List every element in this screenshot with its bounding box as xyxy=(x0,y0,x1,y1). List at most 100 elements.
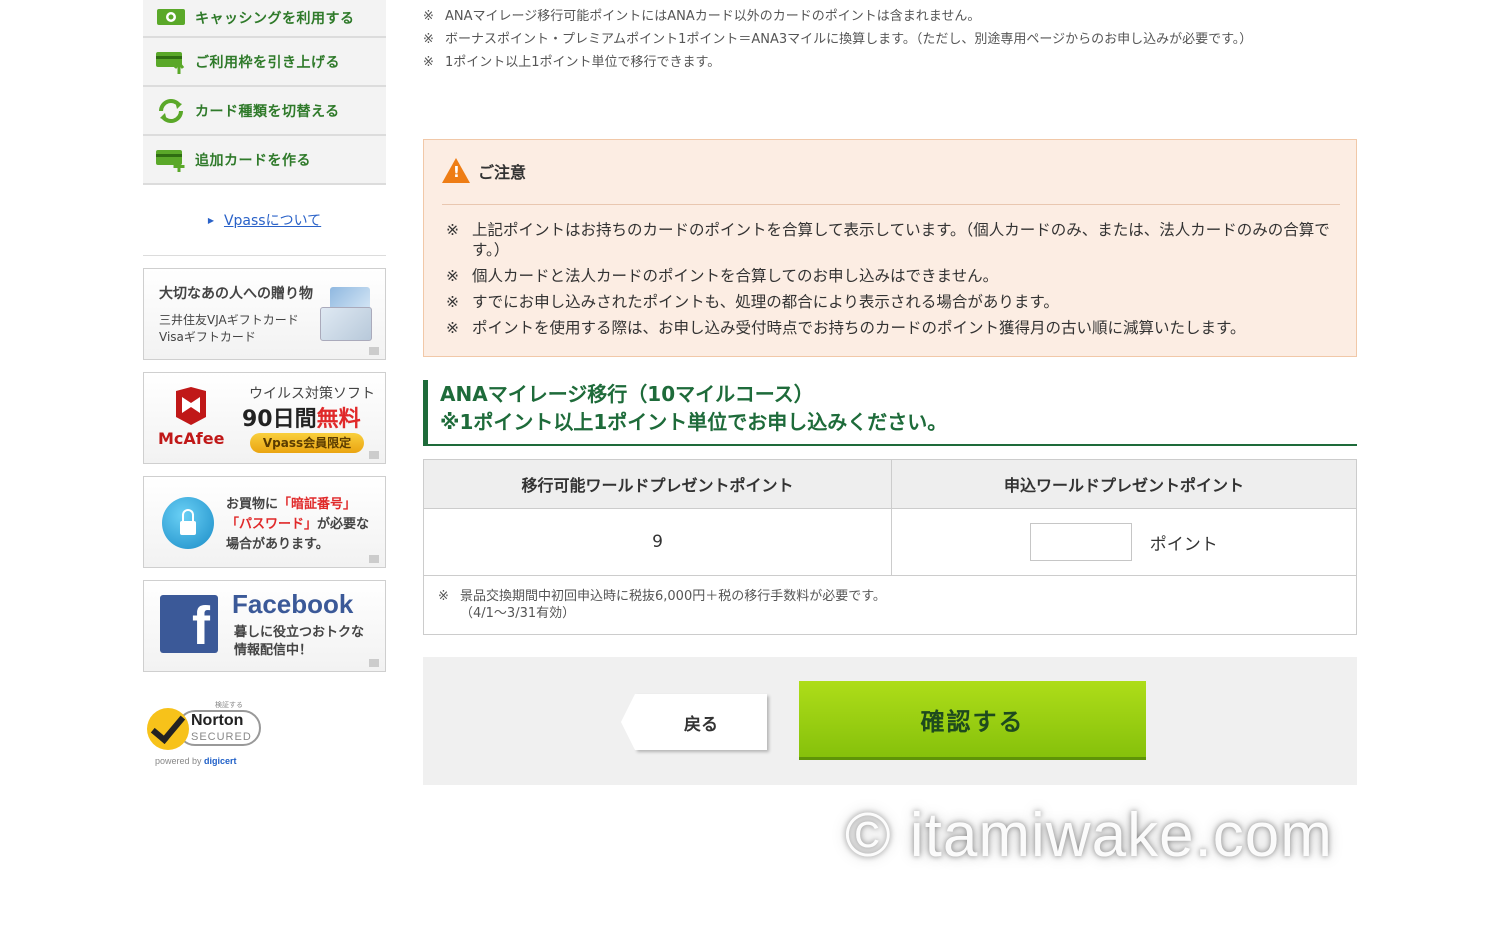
security-notice-banner[interactable]: お買物に「暗証番号」 「パスワード」が必要な 場合があります。 xyxy=(143,476,386,568)
norton-secured-seal[interactable]: 検証する Norton SECURED powered by digicert xyxy=(147,700,267,770)
banner-text: 場合があります。 xyxy=(226,537,329,552)
norton-secured-label: SECURED xyxy=(191,731,252,743)
section-title: ANAマイレージ移行（10マイルコース） xyxy=(440,382,814,406)
note-text: ボーナスポイント・プレミアムポイント1ポイント＝ANA3マイルに換算します。（た… xyxy=(445,32,1253,47)
fee-note-text: 景品交換期間中初回申込時に税抜6,000円＋税の移行手数料が必要です。 xyxy=(460,589,886,604)
caution-item: ※ 個人カードと法人カードのポイントを合算してのお申し込みはできません。 xyxy=(446,266,1336,286)
note-mark: ※ xyxy=(438,589,449,604)
fee-validity-text: （4/1〜3/31有効） xyxy=(460,606,576,621)
banner-corner-icon xyxy=(369,555,379,563)
note-item: ※ ANAマイレージ移行可能ポイントにはANAカード以外のカードのポイントは含ま… xyxy=(423,8,1357,25)
card-add-icon xyxy=(155,147,187,173)
menu-item-card-switch[interactable]: カード種類を切替える xyxy=(143,87,386,136)
table-header-row: 移行可能ワールドプレゼントポイント 申込ワールドプレゼントポイント xyxy=(423,459,1357,509)
caution-item: ※ 上記ポイントはお持ちのカードのポイントを合算して表示しています。（個人カードの… xyxy=(446,220,1336,260)
notes-list: ※ ANAマイレージ移行可能ポイントにはANAカード以外のカードのポイントは含ま… xyxy=(423,8,1357,77)
cash-icon xyxy=(155,5,187,31)
caution-item: ※ ポイントを使用する際は、お申し込み受付時点でお持ちのカードのポイント獲得月の古… xyxy=(446,318,1336,338)
digicert-text: digicert xyxy=(204,756,237,766)
banner-text-part: お買物に xyxy=(226,497,279,512)
note-text: 1ポイント以上1ポイント単位で移行できます。 xyxy=(445,55,721,70)
apply-points-cell: ポイント xyxy=(891,508,1357,576)
members-only-badge: Vpass会員限定 xyxy=(250,433,364,453)
warning-icon: ! xyxy=(442,158,470,183)
facebook-title: Facebook xyxy=(232,589,354,619)
available-points-value: 9 xyxy=(423,508,892,576)
facebook-banner[interactable]: f Facebook 暮しに役立つおトクな 情報配信中！ xyxy=(143,580,386,672)
note-item: ※ 1ポイント以上1ポイント単位で移行できます。 xyxy=(423,54,1357,71)
note-mark: ※ xyxy=(423,32,434,47)
banner-corner-icon xyxy=(369,451,379,459)
note-mark: ※ xyxy=(446,319,459,337)
banner-text: ウイルス対策ソフト xyxy=(249,386,375,402)
menu-item-limit-increase[interactable]: ご利用枠を引き上げる xyxy=(143,38,386,87)
banner-text: 「パスワード」が必要な xyxy=(226,513,369,532)
vpass-about-link[interactable]: Vpassについて xyxy=(224,210,321,230)
caution-title: ご注意 xyxy=(478,162,527,182)
note-mark: ※ xyxy=(423,55,434,70)
caution-item: ※ すでにお申し込みされたポイントも、処理の都合により表示される場合があります。 xyxy=(446,292,1336,312)
checkmark-icon xyxy=(147,708,189,750)
banner-corner-icon xyxy=(369,347,379,355)
gift-card-image xyxy=(320,307,372,341)
back-button[interactable]: 戻る xyxy=(621,694,767,750)
powered-by-text: powered by xyxy=(155,756,202,766)
mcafee-banner[interactable]: McAfee ウイルス対策ソフト 90日間無料 Vpass会員限定 xyxy=(143,372,386,464)
lock-icon xyxy=(162,497,214,549)
banner-headline: 90日間無料 xyxy=(242,401,361,433)
caution-text: 個人カードと法人カードのポイントを合算してのお申し込みはできません。 xyxy=(472,267,999,285)
caution-items: ※ 上記ポイントはお持ちのカードのポイントを合算して表示しています。（個人カードの… xyxy=(446,220,1336,344)
menu-item-label: 追加カードを作る xyxy=(195,152,311,169)
point-transfer-table: 移行可能ワールドプレゼントポイント 申込ワールドプレゼントポイント 9 ポイント… xyxy=(423,459,1357,635)
caution-divider xyxy=(442,204,1340,205)
button-area: 戻る 確認する xyxy=(423,657,1357,785)
banner-text: Visaギフトカード xyxy=(159,330,256,344)
banner-text: 三井住友VJAギフトカード xyxy=(159,313,299,327)
apply-points-input[interactable] xyxy=(1030,523,1133,561)
caution-text: ポイントを使用する際は、お申し込み受付時点でお持ちのカードのポイント獲得月の古い… xyxy=(472,319,1246,337)
note-mark: ※ xyxy=(446,221,459,239)
card-up-icon xyxy=(155,49,187,75)
fee-note-cell: ※ 景品交換期間中初回申込時に税抜6,000円＋税の移行手数料が必要です。 （4/… xyxy=(423,575,1357,635)
menu-item-label: ご利用枠を引き上げる xyxy=(195,54,340,71)
banner-text: 暮しに役立つおトクな xyxy=(234,625,365,640)
caution-text: 上記ポイントはお持ちのカードのポイントを合算して表示しています。（個人カードのみ… xyxy=(472,221,1330,259)
points-unit-label: ポイント xyxy=(1149,534,1218,555)
note-mark: ※ xyxy=(446,267,459,285)
column-header-available: 移行可能ワールドプレゼントポイント xyxy=(423,459,892,509)
banner-text: 情報配信中！ xyxy=(234,643,313,658)
fee-note: ※ 景品交換期間中初回申込時に税抜6,000円＋税の移行手数料が必要です。 xyxy=(438,588,1342,605)
mcafee-shield-icon xyxy=(176,387,206,425)
banner-corner-icon xyxy=(369,659,379,667)
banner-text-highlight: 「パスワード」 xyxy=(226,517,318,532)
banner-text-part: が必要な xyxy=(317,517,370,532)
mcafee-brand: McAfee xyxy=(158,429,225,448)
note-spacer xyxy=(438,605,460,622)
banner-title: 大切なあの人への贈り物 xyxy=(159,286,313,302)
sidebar: キャッシングを利用する ご利用枠を引き上げる カード種類を切替える 追加カードを… xyxy=(143,0,386,672)
caution-box: ! ご注意 ※ 上記ポイントはお持ちのカードのポイントを合算して表示しています。（… xyxy=(423,139,1357,357)
banner-free: 無料 xyxy=(316,407,361,432)
section-subtitle: ※1ポイント以上1ポイント単位でお申し込みください。 xyxy=(440,410,948,434)
gift-card-banner[interactable]: 大切なあの人への贈り物 三井住友VJAギフトカード Visaギフトカード xyxy=(143,268,386,360)
vpass-link-row: ▶ Vpassについて xyxy=(143,185,386,256)
menu-item-label: カード種類を切替える xyxy=(195,103,340,120)
switch-icon xyxy=(155,98,187,124)
section-heading: ANAマイレージ移行（10マイルコース） ※1ポイント以上1ポイント単位でお申し… xyxy=(423,380,1357,446)
note-item: ※ ボーナスポイント・プレミアムポイント1ポイント＝ANA3マイルに換算します。… xyxy=(423,31,1357,48)
seal-caption: 検証する xyxy=(215,701,243,709)
menu-item-add-card[interactable]: 追加カードを作る xyxy=(143,136,386,185)
banner-text-highlight: 「暗証番号」 xyxy=(278,497,357,512)
menu-item-cashing[interactable]: キャッシングを利用する xyxy=(143,0,386,38)
note-mark: ※ xyxy=(446,293,459,311)
caution-text: すでにお申し込みされたポイントも、処理の都合により表示される場合があります。 xyxy=(472,293,1059,311)
banner-days: 90日間 xyxy=(242,407,317,432)
fee-note: （4/1〜3/31有効） xyxy=(438,605,1342,622)
column-header-apply: 申込ワールドプレゼントポイント xyxy=(891,459,1357,509)
confirm-button[interactable]: 確認する xyxy=(799,681,1146,760)
seal-powered-by: powered by digicert xyxy=(155,756,237,766)
watermark-text: © itamiwake.com xyxy=(845,801,1333,870)
triangle-bullet-icon: ▶ xyxy=(207,215,214,225)
table-row: 9 ポイント xyxy=(423,508,1357,576)
menu-item-label: キャッシングを利用する xyxy=(195,11,355,27)
